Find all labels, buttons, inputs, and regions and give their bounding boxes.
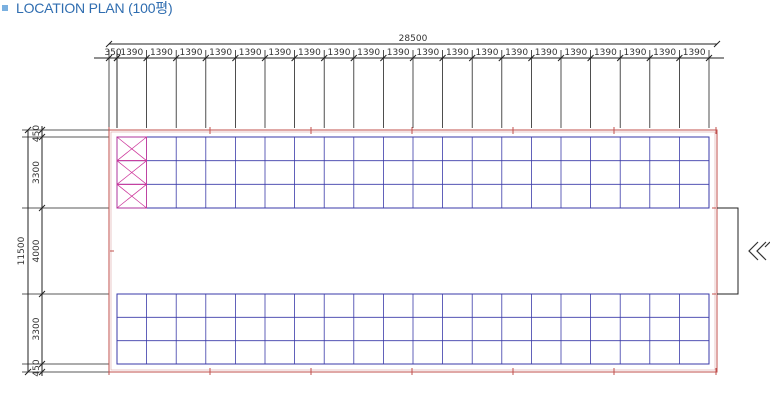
bay-width-label: 1390 bbox=[357, 48, 380, 58]
bay-width-label: 1390 bbox=[239, 48, 262, 58]
bay-width-label: 1390 bbox=[624, 48, 647, 58]
bay-width-label: 1390 bbox=[505, 48, 528, 58]
bay-width-label: 1390 bbox=[120, 48, 143, 58]
bay-width-label: 1390 bbox=[209, 48, 232, 58]
aisle-width-label: 4000 bbox=[32, 239, 42, 262]
bay-width-label: 1390 bbox=[328, 48, 351, 58]
overall-height-label: 11500 bbox=[17, 236, 27, 265]
bay-width-label: 1390 bbox=[268, 48, 291, 58]
bay-width-label: 1390 bbox=[683, 48, 706, 58]
bottom-margin-label: 450 bbox=[32, 359, 42, 376]
bay-width-label: 1390 bbox=[476, 48, 499, 58]
location-plan-drawing: 285003501390 1390 1390 1390 1390 1390 1390 1390… bbox=[17, 34, 770, 377]
edge-width-label: 350 bbox=[104, 48, 121, 58]
bay-width-label: 1390 bbox=[180, 48, 203, 58]
bay-width-label: 1390 bbox=[387, 48, 410, 58]
bay-width-label: 1390 bbox=[446, 48, 469, 58]
bottom-block-depth-label: 3300 bbox=[32, 317, 42, 340]
bay-width-label: 1390 bbox=[298, 48, 321, 58]
top-margin-label: 450 bbox=[32, 125, 42, 142]
top-block-depth-label: 3300 bbox=[32, 161, 42, 184]
bay-width-label: 1390 bbox=[416, 48, 439, 58]
double-chevron-left-icon bbox=[748, 241, 770, 261]
bay-width-label: 1390 bbox=[150, 48, 173, 58]
overall-width-label: 28500 bbox=[399, 34, 428, 44]
bay-width-label: 1390 bbox=[653, 48, 676, 58]
entrance-bracket bbox=[717, 207, 739, 295]
bay-width-label: 1390 bbox=[564, 48, 587, 58]
bay-width-label: 1390 bbox=[535, 48, 558, 58]
bay-width-label: 1390 bbox=[594, 48, 617, 58]
